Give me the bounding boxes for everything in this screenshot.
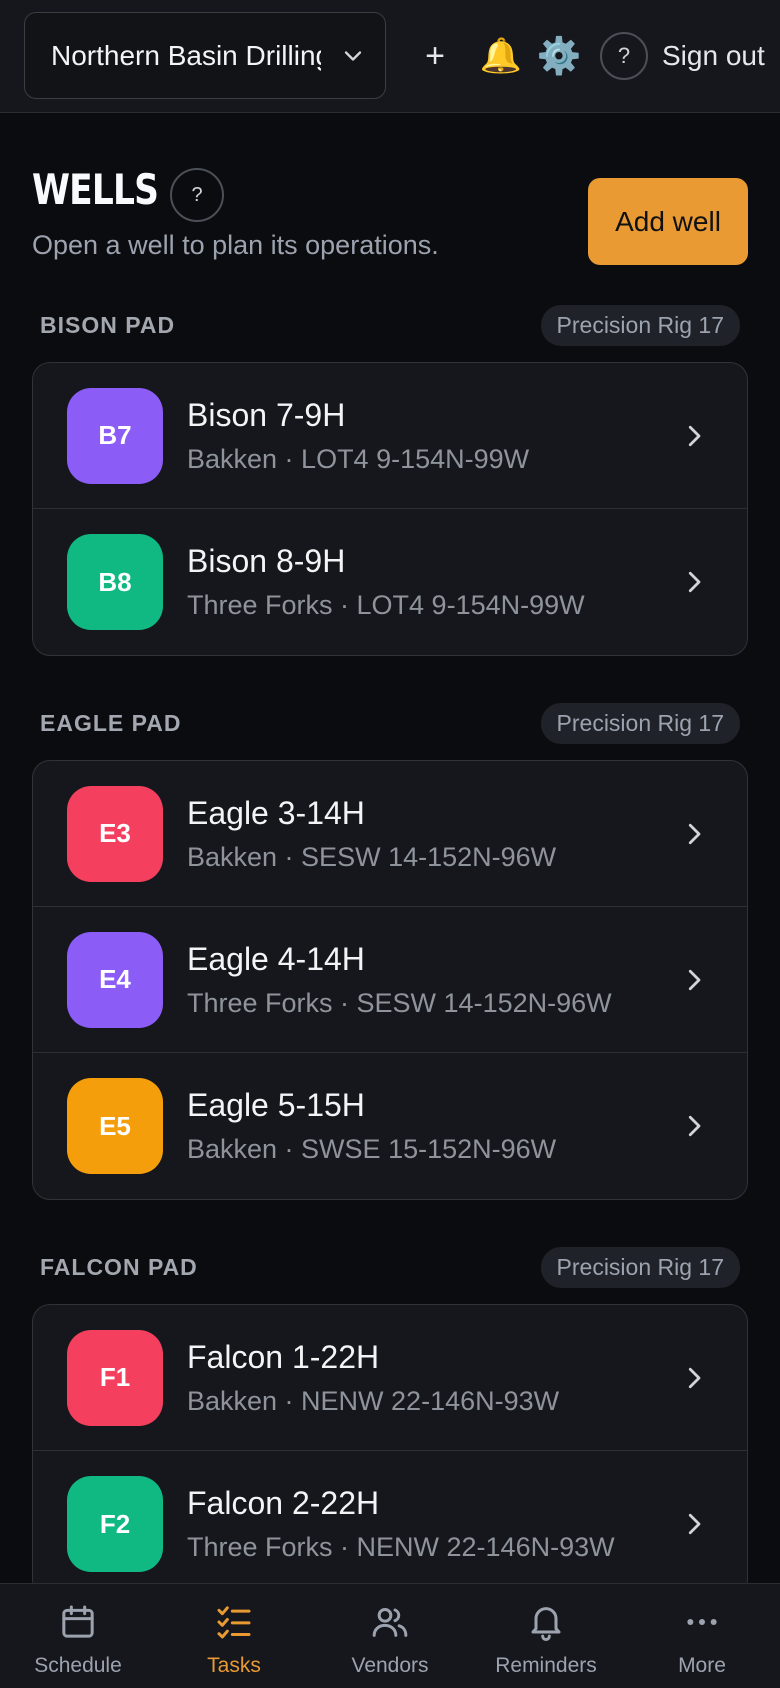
well-avatar: B7 bbox=[67, 387, 163, 484]
well-detail: Bakken · SWSE 15-152N-96W bbox=[187, 1134, 557, 1164]
well-name: Falcon 2-22H bbox=[187, 1485, 380, 1521]
well-list-eagle-pad: E3 Eagle 3-14H Bakken · SESW 14-152N-96W… bbox=[32, 760, 748, 1200]
notifications-bell-icon[interactable]: 🔔 bbox=[478, 28, 524, 84]
page-help-icon[interactable]: ? bbox=[170, 168, 224, 222]
chevron-right-icon bbox=[688, 1367, 701, 1389]
well-avatar: E5 bbox=[67, 1078, 163, 1174]
well-list-falcon-pad: F1 Falcon 1-22H Bakken · NENW 22-146N-93… bbox=[32, 1304, 748, 1598]
well-row-eagle-4-14h[interactable]: E4 Eagle 4-14H Three Forks · SESW 14-152… bbox=[33, 907, 747, 1053]
nav-vendors[interactable]: Vendors bbox=[312, 1584, 468, 1688]
section-header-eagle-pad: EAGLE PAD Precision Rig 17 bbox=[40, 702, 740, 744]
section-header-falcon-pad: FALCON PAD Precision Rig 17 bbox=[40, 1246, 740, 1288]
users-icon bbox=[372, 1608, 408, 1637]
section-header-bison-pad: BISON PAD Precision Rig 17 bbox=[40, 304, 740, 346]
well-name: Eagle 3-14H bbox=[187, 794, 365, 831]
rig-badge: Precision Rig 17 bbox=[540, 304, 740, 346]
page-title: WELLS bbox=[32, 165, 159, 214]
section-title: EAGLE PAD bbox=[40, 709, 182, 736]
chevron-right-icon bbox=[688, 969, 701, 991]
well-detail: Bakken · LOT4 9-154N-99W bbox=[187, 443, 530, 474]
well-row-falcon-1-22h[interactable]: F1 Falcon 1-22H Bakken · NENW 22-146N-93… bbox=[33, 1305, 747, 1451]
page-subtitle: Open a well to plan its operations. bbox=[32, 230, 439, 260]
add-icon[interactable]: + bbox=[412, 28, 458, 84]
well-detail: Bakken · NENW 22-146N-93W bbox=[187, 1385, 560, 1416]
nav-label: Tasks bbox=[207, 1654, 261, 1677]
add-well-button[interactable]: Add well bbox=[588, 178, 748, 265]
nav-schedule[interactable]: Schedule bbox=[0, 1584, 156, 1688]
nav-reminders[interactable]: Reminders bbox=[468, 1584, 624, 1688]
more-icon bbox=[687, 1619, 717, 1625]
section-title: BISON PAD bbox=[40, 311, 176, 338]
nav-tasks[interactable]: Tasks bbox=[156, 1584, 312, 1688]
page-heading: WELLS ? bbox=[32, 165, 224, 222]
checklist-icon bbox=[217, 1606, 251, 1639]
organization-select[interactable]: Northern Basin Drilling bbox=[24, 12, 386, 99]
nav-label: More bbox=[678, 1654, 726, 1677]
nav-label: Reminders bbox=[495, 1654, 597, 1677]
bottom-navigation: Schedule Tasks Vendors Reminders More bbox=[0, 1583, 780, 1688]
chevron-right-icon bbox=[688, 571, 701, 593]
bell-icon bbox=[531, 1607, 561, 1641]
chevron-right-icon bbox=[688, 1115, 701, 1137]
well-row-falcon-2-22h[interactable]: F2 Falcon 2-22H Three Forks · NENW 22-14… bbox=[33, 1451, 747, 1597]
nav-more[interactable]: More bbox=[624, 1584, 780, 1688]
section-title: FALCON PAD bbox=[40, 1253, 198, 1280]
rig-badge: Precision Rig 17 bbox=[540, 702, 740, 744]
well-avatar: B8 bbox=[67, 534, 163, 630]
well-avatar: F2 bbox=[67, 1476, 163, 1572]
sign-out-button[interactable]: Sign out bbox=[662, 28, 780, 84]
organization-name: Northern Basin Drilling bbox=[51, 39, 321, 71]
chevron-right-icon bbox=[688, 823, 701, 845]
well-avatar: E4 bbox=[67, 931, 163, 1028]
help-icon[interactable]: ? bbox=[600, 32, 648, 80]
well-name: Bison 7-9H bbox=[187, 396, 346, 433]
well-avatar: E3 bbox=[67, 785, 163, 882]
rig-badge: Precision Rig 17 bbox=[540, 1246, 740, 1288]
well-row-eagle-3-14h[interactable]: E3 Eagle 3-14H Bakken · SESW 14-152N-96W bbox=[33, 761, 747, 907]
well-detail: Bakken · SESW 14-152N-96W bbox=[187, 841, 557, 872]
chevron-down-icon bbox=[344, 50, 362, 61]
well-row-bison-7-9h[interactable]: B7 Bison 7-9H Bakken · LOT4 9-154N-99W bbox=[33, 363, 747, 509]
chevron-right-icon bbox=[688, 1513, 701, 1535]
well-name: Eagle 5-15H bbox=[187, 1087, 365, 1123]
calendar-icon bbox=[62, 1605, 94, 1638]
well-list-bison-pad: B7 Bison 7-9H Bakken · LOT4 9-154N-99W B… bbox=[32, 362, 748, 656]
well-avatar: F1 bbox=[67, 1329, 163, 1426]
well-detail: Three Forks · NENW 22-146N-93W bbox=[187, 1532, 615, 1562]
nav-label: Schedule bbox=[34, 1654, 122, 1677]
nav-label: Vendors bbox=[351, 1654, 429, 1677]
well-name: Falcon 1-22H bbox=[187, 1338, 380, 1375]
top-bar: Northern Basin Drilling + 🔔 ⚙️ ? Sign ou… bbox=[0, 0, 780, 113]
well-detail: Three Forks · SESW 14-152N-96W bbox=[187, 987, 612, 1018]
chevron-right-icon bbox=[688, 425, 701, 447]
well-name: Eagle 4-14H bbox=[187, 940, 365, 977]
well-row-eagle-5-15h[interactable]: E5 Eagle 5-15H Bakken · SWSE 15-152N-96W bbox=[33, 1053, 747, 1199]
settings-gear-icon[interactable]: ⚙️ bbox=[536, 28, 582, 84]
well-row-bison-8-9h[interactable]: B8 Bison 8-9H Three Forks · LOT4 9-154N-… bbox=[33, 509, 747, 655]
well-detail: Three Forks · LOT4 9-154N-99W bbox=[187, 590, 585, 620]
well-name: Bison 8-9H bbox=[187, 543, 346, 579]
